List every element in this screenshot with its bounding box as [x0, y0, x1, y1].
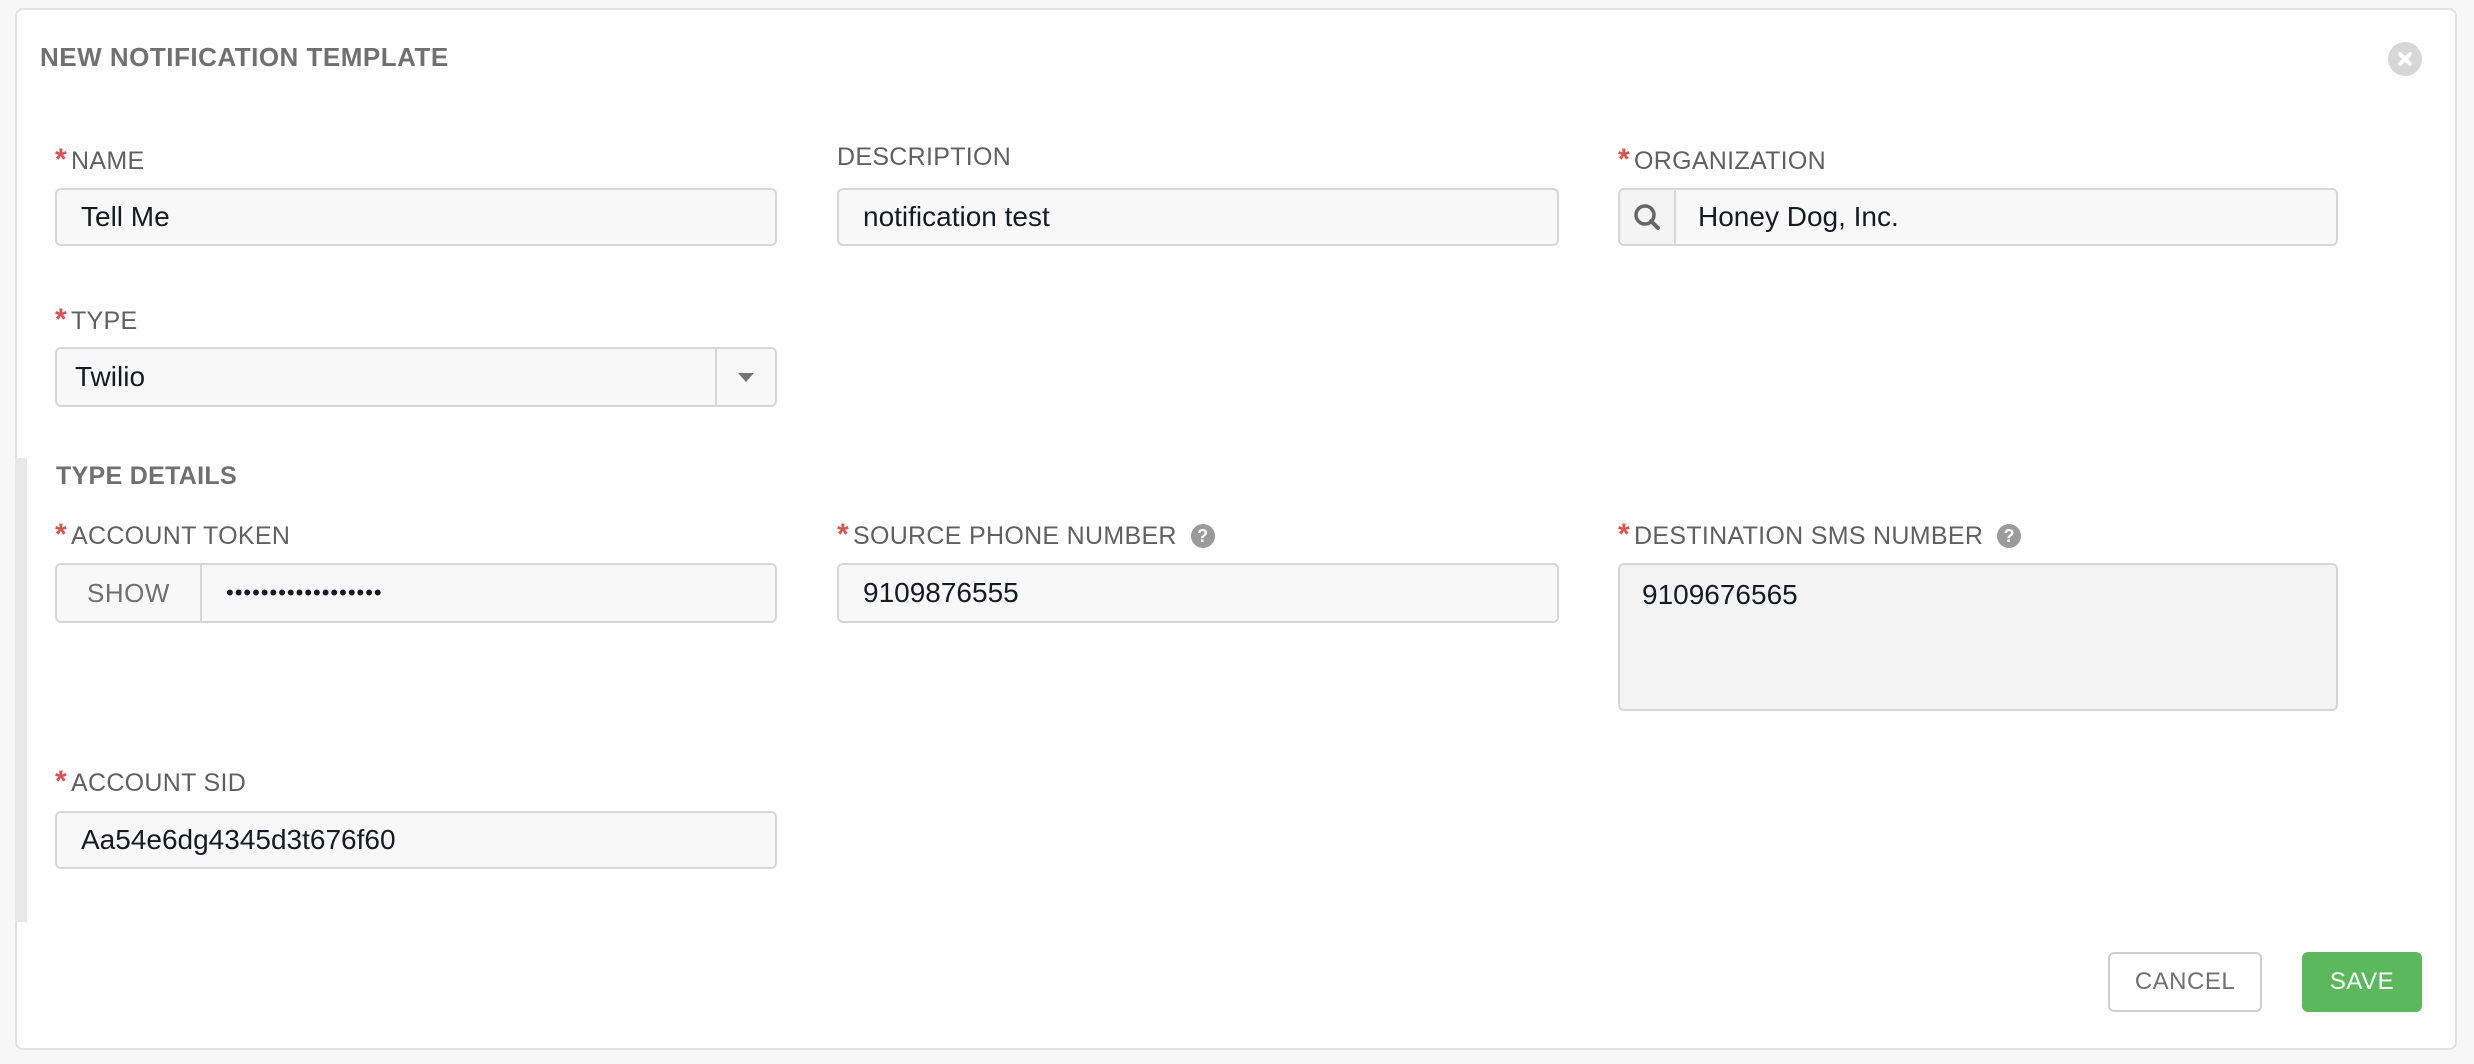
caret-down-icon	[738, 373, 754, 382]
dialog-title: NEW NOTIFICATION TEMPLATE	[40, 42, 449, 72]
show-token-button[interactable]: SHOW	[55, 563, 202, 623]
help-icon[interactable]: ?	[1190, 524, 1215, 548]
required-marker: *	[55, 518, 67, 551]
type-select-value: Twilio	[75, 361, 146, 392]
name-input[interactable]: Tell Me	[55, 188, 777, 246]
organization-label: * ORGANIZATION	[1618, 143, 1826, 177]
cancel-button[interactable]: CANCEL	[2108, 952, 2262, 1012]
account-token-label: * ACCOUNT TOKEN	[55, 518, 290, 552]
source-phone-label-text: SOURCE PHONE NUMBER	[852, 522, 1177, 550]
account-sid-label-text: ACCOUNT SID	[70, 769, 247, 797]
type-details-title: TYPE DETAILS	[56, 462, 237, 490]
help-icon[interactable]: ?	[1997, 524, 2022, 548]
name-label: * NAME	[55, 143, 144, 177]
organization-label-text: ORGANIZATION	[1633, 147, 1827, 175]
destination-sms-label: * DESTINATION SMS NUMBER?	[1618, 518, 2022, 552]
source-phone-label: * SOURCE PHONE NUMBER?	[837, 518, 1215, 552]
required-marker: *	[837, 518, 849, 551]
source-phone-input[interactable]: 9109876555	[837, 563, 1559, 623]
organization-lookup-button[interactable]	[1618, 188, 1676, 246]
destination-sms-textarea[interactable]: 9109676565	[1618, 563, 2338, 711]
organization-input[interactable]: Honey Dog, Inc.	[1674, 188, 2338, 246]
search-icon	[1634, 204, 1660, 230]
description-input[interactable]: notification test	[837, 188, 1559, 246]
type-label-text: TYPE	[70, 307, 138, 335]
type-details-section-bar	[15, 458, 27, 922]
required-marker: *	[1618, 143, 1630, 176]
account-sid-input[interactable]: Aa54e6dg4345d3t676f60	[55, 811, 777, 869]
required-marker: *	[1618, 518, 1630, 551]
save-button[interactable]: SAVE	[2302, 952, 2422, 1012]
required-marker: *	[55, 303, 67, 336]
close-icon[interactable]	[2388, 42, 2422, 76]
description-label: DESCRIPTION	[837, 143, 1012, 171]
type-select[interactable]: Twilio	[55, 347, 777, 407]
name-label-text: NAME	[70, 147, 145, 175]
account-token-label-text: ACCOUNT TOKEN	[70, 522, 291, 550]
type-select-toggle[interactable]	[715, 349, 775, 405]
type-label: * TYPE	[55, 303, 137, 337]
required-marker: *	[55, 765, 67, 798]
account-sid-label: * ACCOUNT SID	[55, 765, 246, 799]
notification-template-dialog	[15, 8, 2457, 1050]
account-token-input[interactable]: ••••••••••••••••••	[200, 563, 777, 623]
destination-sms-label-text: DESTINATION SMS NUMBER	[1633, 522, 1984, 550]
required-marker: *	[55, 143, 67, 176]
